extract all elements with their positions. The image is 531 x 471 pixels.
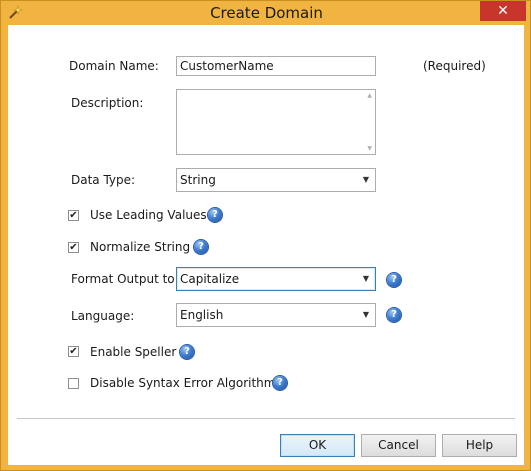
create-domain-dialog: Create Domain ✕ Domain Name: CustomerNam…: [0, 0, 531, 471]
help-icon[interactable]: ?: [387, 308, 401, 322]
ok-button[interactable]: OK: [280, 434, 355, 457]
help-button[interactable]: Help: [442, 434, 517, 457]
language-select[interactable]: English ▼: [176, 303, 376, 327]
description-label: Description:: [71, 96, 144, 110]
separator: [17, 418, 515, 419]
required-label: (Required): [423, 59, 486, 73]
enable-speller-checkbox[interactable]: ✔: [68, 346, 79, 357]
disable-syntax-label[interactable]: Disable Syntax Error Algorithms: [90, 376, 282, 390]
chevron-down-icon: ▼: [362, 175, 369, 184]
window-title: Create Domain: [210, 4, 323, 22]
normalize-string-label[interactable]: Normalize String: [90, 240, 190, 254]
data-type-label: Data Type:: [71, 173, 136, 187]
description-textarea[interactable]: ▲ ▼: [176, 89, 376, 155]
help-icon[interactable]: ?: [194, 240, 208, 254]
data-type-value: String: [180, 173, 216, 187]
disable-syntax-checkbox[interactable]: [68, 378, 79, 389]
normalize-string-checkbox[interactable]: ✔: [68, 242, 79, 253]
title-bar[interactable]: Create Domain ✕: [1, 1, 531, 25]
help-icon[interactable]: ?: [208, 208, 222, 222]
language-value: English: [180, 308, 224, 322]
use-leading-values-checkbox[interactable]: ✔: [68, 210, 79, 221]
cancel-button[interactable]: Cancel: [361, 434, 436, 457]
help-icon[interactable]: ?: [180, 345, 194, 359]
format-output-select[interactable]: Capitalize ▼: [176, 267, 376, 291]
domain-name-label: Domain Name:: [69, 59, 159, 73]
scroll-up-icon[interactable]: ▲: [367, 92, 372, 99]
domain-name-input[interactable]: CustomerName: [176, 56, 376, 76]
data-type-select[interactable]: String ▼: [176, 168, 376, 192]
scroll-down-icon[interactable]: ▼: [367, 145, 372, 152]
chevron-down-icon: ▼: [362, 310, 369, 319]
format-output-value: Capitalize: [180, 272, 240, 286]
enable-speller-label[interactable]: Enable Speller: [90, 345, 176, 359]
help-icon[interactable]: ?: [273, 376, 287, 390]
format-output-label: Format Output to:: [71, 272, 179, 286]
use-leading-values-label[interactable]: Use Leading Values: [90, 208, 207, 222]
close-button[interactable]: ✕: [480, 1, 526, 21]
help-icon[interactable]: ?: [387, 273, 401, 287]
chevron-down-icon: ▼: [362, 274, 369, 283]
dialog-body: Domain Name: CustomerName (Required) Des…: [8, 25, 524, 465]
language-label: Language:: [71, 309, 135, 323]
